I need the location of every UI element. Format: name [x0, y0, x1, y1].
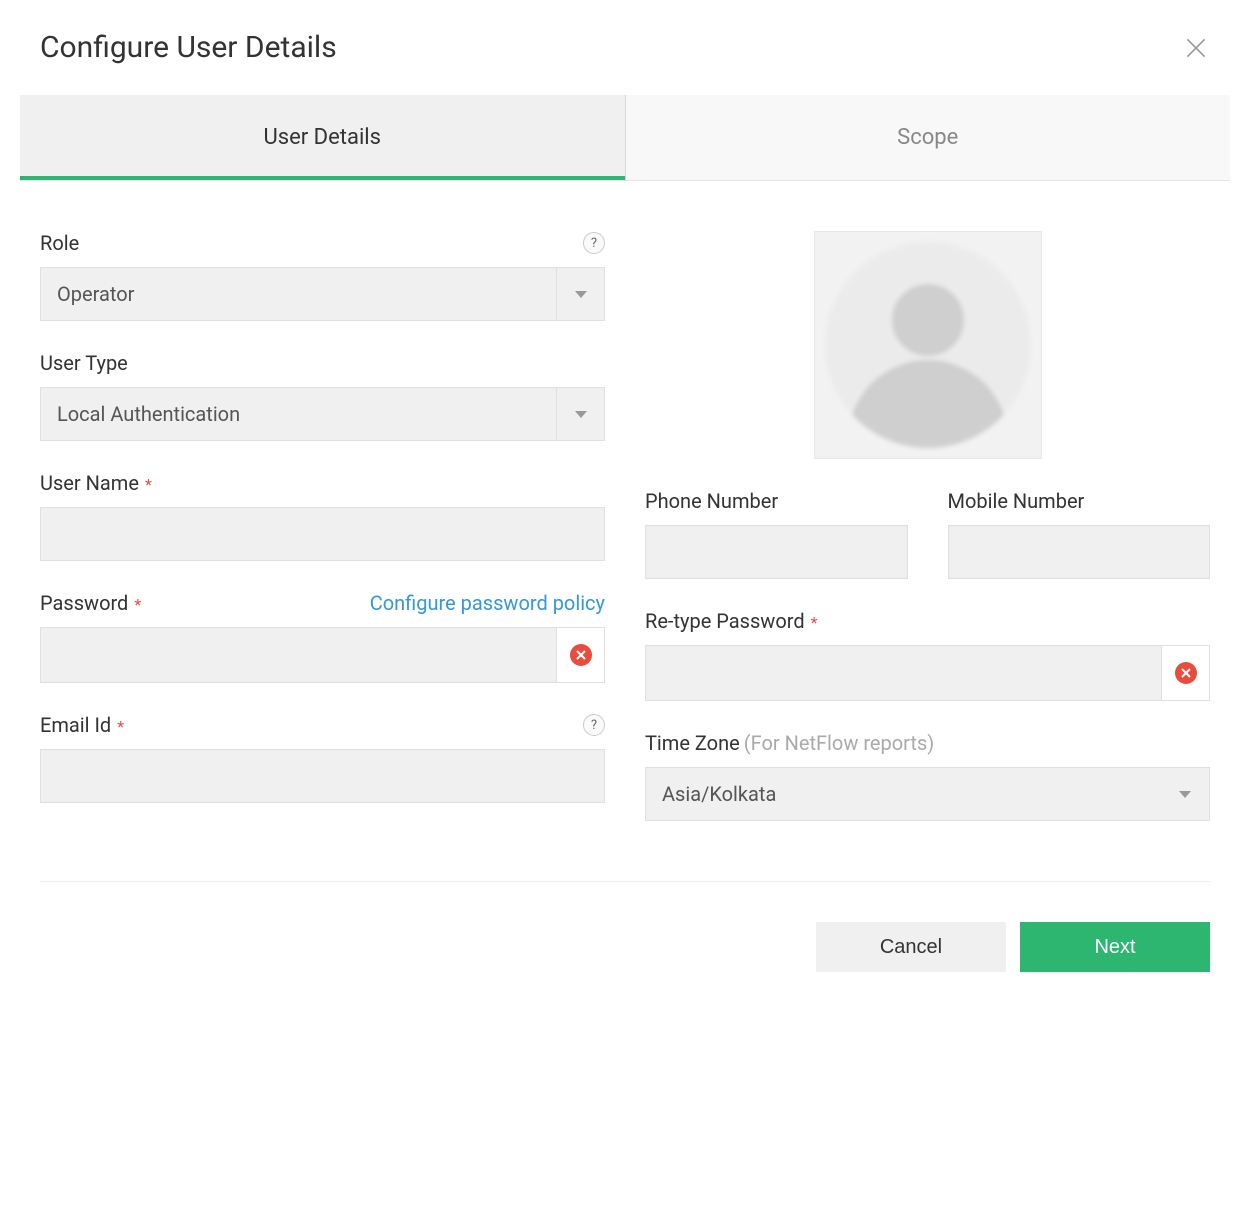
chevron-down-icon — [556, 268, 604, 320]
mobile-label: Mobile Number — [948, 489, 1085, 513]
password-group: Password * Configure password policy — [40, 591, 605, 683]
timezone-label: Time Zone — [645, 731, 740, 755]
retype-password-invalid-indicator[interactable] — [1161, 646, 1209, 700]
chevron-down-icon — [1161, 768, 1209, 820]
required-indicator: * — [134, 595, 141, 614]
modal-title: Configure User Details — [40, 30, 337, 65]
modal-header: Configure User Details — [40, 30, 1210, 65]
password-label: Password — [40, 591, 128, 615]
email-label: Email Id — [40, 713, 111, 737]
email-input[interactable] — [40, 749, 605, 803]
phone-mobile-group: Phone Number Mobile Number — [645, 489, 1210, 579]
retype-password-label: Re-type Password — [645, 609, 805, 633]
help-icon[interactable]: ? — [583, 232, 605, 254]
button-label: Cancel — [880, 936, 942, 959]
mobile-input[interactable] — [948, 525, 1211, 579]
avatar-icon — [825, 242, 1031, 448]
divider — [40, 881, 1210, 882]
user-name-label: User Name — [40, 471, 139, 495]
x-circle-icon — [570, 644, 592, 666]
user-type-label: User Type — [40, 351, 128, 375]
role-label: Role — [40, 231, 79, 255]
user-type-select-value: Local Authentication — [41, 402, 556, 426]
user-name-group: User Name * — [40, 471, 605, 561]
retype-password-group: Re-type Password * — [645, 609, 1210, 701]
button-label: Next — [1094, 936, 1135, 959]
tab-label: User Details — [263, 125, 381, 150]
required-indicator: * — [117, 717, 124, 736]
role-group: Role ? Operator — [40, 231, 605, 321]
next-button[interactable]: Next — [1020, 922, 1210, 972]
role-select-value: Operator — [41, 282, 556, 306]
password-invalid-indicator[interactable] — [556, 628, 604, 682]
tab-user-details[interactable]: User Details — [20, 95, 626, 180]
required-indicator: * — [811, 613, 818, 632]
required-indicator: * — [145, 475, 152, 494]
timezone-select-value: Asia/Kolkata — [646, 782, 1161, 806]
user-type-select[interactable]: Local Authentication — [40, 387, 605, 441]
tab-scope[interactable]: Scope — [626, 95, 1231, 180]
close-button[interactable] — [1182, 34, 1210, 62]
configure-password-policy-link[interactable]: Configure password policy — [370, 591, 605, 615]
x-circle-icon — [1175, 662, 1197, 684]
help-icon[interactable]: ? — [583, 714, 605, 736]
user-name-input[interactable] — [40, 507, 605, 561]
role-select[interactable]: Operator — [40, 267, 605, 321]
user-type-group: User Type Local Authentication — [40, 351, 605, 441]
timezone-hint: (For NetFlow reports) — [744, 731, 935, 755]
retype-password-input[interactable] — [646, 646, 1161, 700]
phone-input[interactable] — [645, 525, 908, 579]
form-area: Role ? Operator User Type Local Authenti… — [40, 181, 1210, 972]
chevron-down-icon — [556, 388, 604, 440]
footer: Cancel Next — [40, 922, 1210, 972]
password-input[interactable] — [41, 628, 556, 682]
avatar-placeholder[interactable] — [814, 231, 1042, 459]
form-left-column: Role ? Operator User Type Local Authenti… — [40, 231, 605, 851]
tabs: User Details Scope — [20, 95, 1230, 181]
form-columns: Role ? Operator User Type Local Authenti… — [40, 231, 1210, 851]
timezone-select[interactable]: Asia/Kolkata — [645, 767, 1210, 821]
cancel-button[interactable]: Cancel — [816, 922, 1006, 972]
close-icon — [1183, 35, 1209, 61]
phone-label: Phone Number — [645, 489, 778, 513]
form-right-column: Phone Number Mobile Number — [645, 231, 1210, 851]
timezone-group: Time Zone (For NetFlow reports) Asia/Kol… — [645, 731, 1210, 821]
email-group: Email Id * ? — [40, 713, 605, 803]
tab-label: Scope — [897, 125, 958, 150]
configure-user-modal: Configure User Details User Details Scop… — [0, 0, 1250, 1002]
